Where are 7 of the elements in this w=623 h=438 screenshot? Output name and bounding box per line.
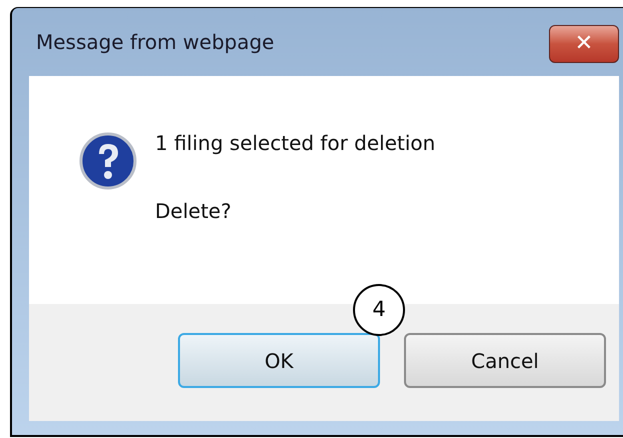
dialog-button[interactable]: OK [178, 333, 380, 388]
question-icon [79, 132, 137, 190]
dialog-button[interactable]: Cancel [404, 333, 606, 388]
question-text: Delete? [155, 198, 232, 225]
close-button[interactable]: ✕ [549, 25, 619, 63]
message-text: 1 filing selected for deletion [155, 130, 436, 157]
window-title: Message from webpage [36, 29, 274, 56]
